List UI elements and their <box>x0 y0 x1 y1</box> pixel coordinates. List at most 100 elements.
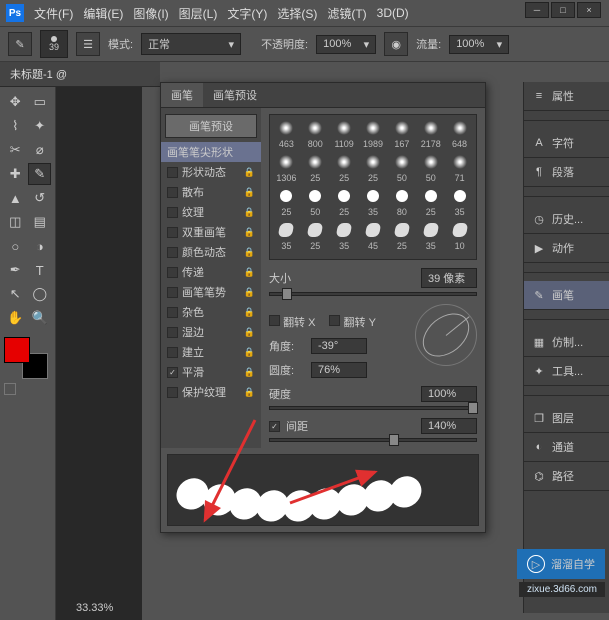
brush-tip[interactable]: 10 <box>447 221 472 251</box>
size-slider[interactable] <box>269 292 477 296</box>
menu-file[interactable]: 文件(F) <box>34 5 73 22</box>
brush-tip[interactable]: 25 <box>303 153 328 183</box>
menu-edit[interactable]: 编辑(E) <box>83 5 123 22</box>
panel-图层[interactable]: ❐图层 <box>524 404 609 433</box>
quickmask-icon[interactable] <box>4 383 16 395</box>
zoom-tool[interactable]: 🔍 <box>29 307 52 329</box>
marquee-tool[interactable]: ▭ <box>29 91 52 113</box>
heal-tool[interactable]: ✚ <box>4 163 26 185</box>
spacing-slider[interactable] <box>269 438 477 442</box>
brush-tip[interactable]: 25 <box>389 221 414 251</box>
brush-preview[interactable]: 39 <box>40 30 68 58</box>
panel-历史...[interactable]: ◷历史... <box>524 205 609 234</box>
brush-tip[interactable]: 167 <box>389 119 414 149</box>
move-tool[interactable]: ✥ <box>4 91 27 113</box>
brush-tool[interactable]: ✎ <box>28 163 51 185</box>
gradient-tool[interactable]: ▤ <box>29 211 52 233</box>
document-tab[interactable]: 未标题-1 @ <box>0 62 160 87</box>
dodge-tool[interactable]: ◑ <box>29 235 52 257</box>
brush-tip[interactable]: 35 <box>447 187 472 217</box>
opt-dual-brush[interactable]: 双重画笔🔒 <box>161 222 261 242</box>
brush-tip[interactable]: 71 <box>447 153 472 183</box>
panel-段落[interactable]: ¶段落 <box>524 158 609 187</box>
opt-texture[interactable]: 纹理🔒 <box>161 202 261 222</box>
brush-panel-toggle-icon[interactable]: ☰ <box>76 32 100 56</box>
opt-smoothing[interactable]: 平滑🔒 <box>161 362 261 382</box>
tool-preset-icon[interactable]: ✎ <box>8 32 32 56</box>
opacity-dropdown[interactable]: 100%▾ <box>316 35 376 54</box>
window-minimize[interactable]: ─ <box>525 2 549 18</box>
pressure-opacity-icon[interactable]: ◉ <box>384 32 408 56</box>
brush-tip[interactable]: 463 <box>274 119 299 149</box>
spacing-value[interactable]: 140% <box>421 418 477 434</box>
brush-tip[interactable]: 2178 <box>418 119 443 149</box>
brush-tip[interactable]: 50 <box>418 153 443 183</box>
brush-tip[interactable]: 35 <box>274 221 299 251</box>
brush-tip[interactable]: 25 <box>332 187 357 217</box>
spacing-checkbox[interactable] <box>269 421 280 432</box>
angle-value[interactable]: -39° <box>311 338 367 354</box>
brush-tip-grid[interactable]: 4638001109198916721786481306252525505071… <box>269 114 477 260</box>
mode-dropdown[interactable]: 正常▾ <box>141 33 241 55</box>
window-maximize[interactable]: □ <box>551 2 575 18</box>
panel-画笔[interactable]: ✎画笔 <box>524 281 609 310</box>
brush-tip[interactable]: 35 <box>418 221 443 251</box>
hardness-slider[interactable] <box>269 406 477 410</box>
brush-tip[interactable]: 25 <box>274 255 299 260</box>
panel-属性[interactable]: ≡属性 <box>524 82 609 111</box>
opt-scatter[interactable]: 散布🔒 <box>161 182 261 202</box>
foreground-color[interactable] <box>4 337 30 363</box>
menu-3d[interactable]: 3D(D) <box>377 6 409 20</box>
path-tool[interactable]: ↖ <box>4 283 27 305</box>
flow-dropdown[interactable]: 100%▾ <box>449 35 509 54</box>
tab-brush[interactable]: 画笔 <box>161 83 203 107</box>
brush-tip[interactable]: 25 <box>361 153 386 183</box>
opt-wet-edges[interactable]: 湿边🔒 <box>161 322 261 342</box>
shape-tool[interactable]: ◯ <box>29 283 52 305</box>
lasso-tool[interactable]: ⌇ <box>4 115 27 137</box>
brush-tip[interactable]: 80 <box>389 187 414 217</box>
size-value[interactable]: 39 像素 <box>421 268 477 288</box>
opt-noise[interactable]: 杂色🔒 <box>161 302 261 322</box>
brush-tip[interactable]: 35 <box>361 187 386 217</box>
window-close[interactable]: × <box>577 2 601 18</box>
history-brush-tool[interactable]: ↺ <box>29 187 52 209</box>
panel-仿制...[interactable]: ▦仿制... <box>524 328 609 357</box>
roundness-value[interactable]: 76% <box>311 362 367 378</box>
brush-tip[interactable]: 1989 <box>361 119 386 149</box>
menu-select[interactable]: 选择(S) <box>277 5 317 22</box>
brush-tip[interactable]: 25 <box>418 187 443 217</box>
hand-tool[interactable]: ✋ <box>4 307 27 329</box>
angle-widget[interactable] <box>415 304 477 366</box>
eyedropper-tool[interactable]: ⌀ <box>29 139 52 161</box>
brush-tip[interactable]: 50 <box>389 153 414 183</box>
type-tool[interactable]: T <box>29 259 52 281</box>
menu-layer[interactable]: 图层(L) <box>179 5 218 22</box>
brush-tip[interactable]: 25 <box>303 221 328 251</box>
panel-工具...[interactable]: ✦工具... <box>524 357 609 386</box>
panel-动作[interactable]: ▶动作 <box>524 234 609 263</box>
brush-tip[interactable]: 35 <box>332 221 357 251</box>
brush-tip[interactable]: 13 <box>332 255 357 260</box>
opt-color-dynamics[interactable]: 颜色动态🔒 <box>161 242 261 262</box>
crop-tool[interactable]: ✂ <box>4 139 27 161</box>
opt-buildup[interactable]: 建立🔒 <box>161 342 261 362</box>
opt-pose[interactable]: 画笔笔势🔒 <box>161 282 261 302</box>
eraser-tool[interactable]: ◫ <box>4 211 27 233</box>
brush-tip[interactable]: 1109 <box>332 119 357 149</box>
blur-tool[interactable]: ○ <box>4 235 27 257</box>
opt-transfer[interactable]: 传递🔒 <box>161 262 261 282</box>
menu-type[interactable]: 文字(Y) <box>227 5 267 22</box>
pen-tool[interactable]: ✒ <box>4 259 27 281</box>
opt-shape-dynamics[interactable]: 形状动态🔒 <box>161 162 261 182</box>
brush-tip[interactable]: 1306 <box>274 153 299 183</box>
menu-filter[interactable]: 滤镜(T) <box>327 5 366 22</box>
color-swatches[interactable] <box>4 337 50 379</box>
brush-tip[interactable]: 25 <box>332 153 357 183</box>
brush-tip[interactable]: 45 <box>361 221 386 251</box>
opt-protect-texture[interactable]: 保护纹理🔒 <box>161 382 261 402</box>
hardness-value[interactable]: 100% <box>421 386 477 402</box>
brush-tip[interactable]: 800 <box>303 119 328 149</box>
brush-tip[interactable]: 50 <box>303 187 328 217</box>
menu-image[interactable]: 图像(I) <box>133 5 168 22</box>
